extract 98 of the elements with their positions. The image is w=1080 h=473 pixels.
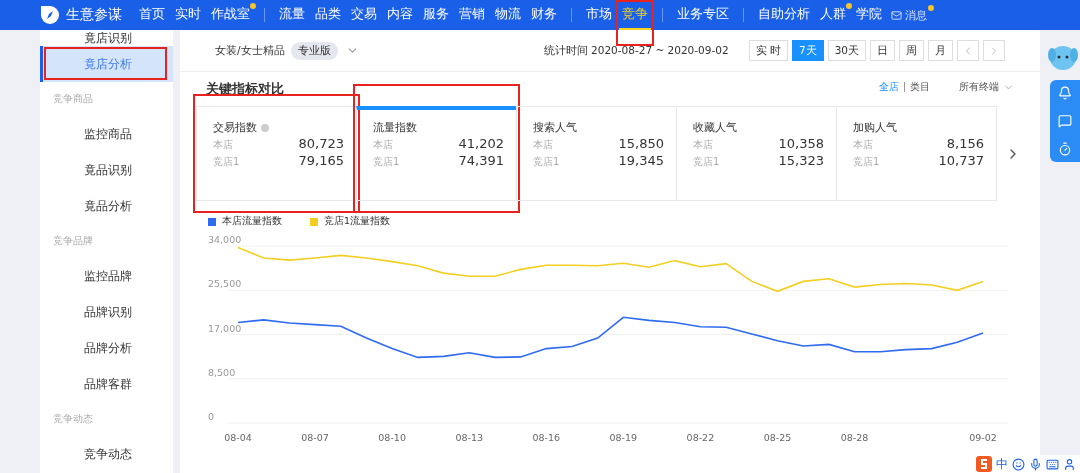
y-tick-label: 0 <box>208 411 215 422</box>
nav-tab[interactable]: 实时 <box>172 0 204 30</box>
row-label: 本店 <box>373 138 393 152</box>
sidebar-heading: 竞争品牌 <box>52 234 94 248</box>
nav-tab[interactable]: 自助分析 <box>755 0 813 30</box>
x-tick-label: 08-10 <box>378 432 406 443</box>
sidebar-item[interactable]: 竟品分析 <box>40 188 173 224</box>
section-title: 关键指标对比 <box>206 80 284 98</box>
metric-name: 交易指数 <box>213 120 257 135</box>
sidebar-item[interactable]: 竞争动态 <box>40 436 173 472</box>
category-label: 女装/女士精品 <box>215 43 285 58</box>
chat-icon[interactable] <box>1058 114 1072 128</box>
nav-tab[interactable]: 品类 <box>312 0 344 30</box>
legend-item[interactable]: 竞店1流量指数 <box>310 215 391 228</box>
x-tick-label: 08-07 <box>301 432 329 443</box>
x-tick-label: 08-25 <box>763 432 792 443</box>
metric-name: 搜索人气 <box>533 120 577 135</box>
x-tick-label: 08-22 <box>686 432 715 443</box>
row-label: 竞店1 <box>213 155 240 169</box>
sidebar-heading: 竞争商品 <box>52 92 94 106</box>
stat-time: 统计时间 2020-08-27 ~ 2020-09-02 <box>543 43 729 58</box>
brand-name: 生意参谋 <box>66 6 122 24</box>
row-label: 竞店1 <box>853 155 880 169</box>
metric-name: 流量指数 <box>373 120 417 135</box>
x-tick-label: 08-13 <box>455 432 483 443</box>
mail-icon <box>891 9 902 21</box>
smile-icon[interactable] <box>1012 457 1025 471</box>
nav-tab[interactable]: 营销 <box>456 0 488 30</box>
metric-value: 79,165 <box>298 153 344 168</box>
metric-value: 41,202 <box>458 136 504 151</box>
nav-tab[interactable]: 作战室 <box>208 0 253 30</box>
keyboard-icon[interactable] <box>1046 457 1059 471</box>
metric-card[interactable]: 收藏人气 本店 10,358 竞店1 15,323 <box>676 106 837 201</box>
nav-tab[interactable]: 物流 <box>492 0 524 30</box>
y-tick-label: 34,000 <box>208 234 242 245</box>
metric-value: 15,850 <box>618 136 664 151</box>
metric-value: 74,391 <box>458 153 504 168</box>
nav-tab[interactable]: 流量 <box>276 0 308 30</box>
nav-tab[interactable]: 交易 <box>348 0 380 30</box>
period-button[interactable]: 周 <box>899 40 924 61</box>
nav-tab[interactable]: 内容 <box>384 0 416 30</box>
x-tick-label: 08-28 <box>840 432 869 443</box>
metric-card[interactable]: 搜索人气 本店 15,850 竞店1 19,345 <box>516 106 677 201</box>
row-label: 本店 <box>853 138 873 152</box>
x-tick-label: 08-16 <box>532 432 561 443</box>
legend-item[interactable]: 本店流量指数 <box>208 215 282 228</box>
x-tick-label: 08-19 <box>609 432 638 443</box>
sidebar-item[interactable]: 竟品识别 <box>40 152 173 188</box>
metric-card[interactable]: 加购人气 本店 8,156 竞店1 10,737 <box>836 106 997 201</box>
metric-value: 8,156 <box>946 136 984 151</box>
metric-value: 15,323 <box>778 153 824 168</box>
metric-value: 19,345 <box>618 153 664 168</box>
metric-value: 10,358 <box>778 136 824 151</box>
terminal-select[interactable]: 所有终端 <box>959 80 1014 94</box>
ime-mode[interactable]: 中 <box>996 455 1008 473</box>
y-tick-label: 8,500 <box>208 366 236 378</box>
microphone-icon[interactable] <box>1029 457 1042 471</box>
nav-tab[interactable]: 财务 <box>528 0 560 30</box>
row-label: 本店 <box>693 138 713 152</box>
sidebar-item[interactable]: 品牌客群 <box>40 366 173 402</box>
compass-logo-icon <box>40 5 60 25</box>
metric-card[interactable]: 交易指数 本店 80,723 竞店1 79,165 <box>196 106 357 201</box>
sidebar-item[interactable]: 品牌分析 <box>40 330 173 366</box>
nav-tab[interactable]: 市场 <box>583 0 615 30</box>
bell-icon[interactable] <box>1058 86 1072 100</box>
row-label: 竞店1 <box>533 155 560 169</box>
sidebar-heading: 竞争动态 <box>52 412 94 426</box>
metric-value: 10,737 <box>938 153 984 168</box>
metric-name: 加购人气 <box>853 120 897 135</box>
x-tick-label: 08-04 <box>224 432 252 443</box>
metric-name: 收藏人气 <box>693 120 737 135</box>
period-button[interactable]: 30天 <box>827 40 866 61</box>
row-label: 本店 <box>213 138 233 152</box>
period-button[interactable]: 实 时 <box>748 40 788 61</box>
period-button[interactable]: 日 <box>870 40 895 61</box>
sidebar-item[interactable]: 品牌识别 <box>40 294 173 330</box>
messages-link[interactable]: 消息 <box>891 7 927 23</box>
user-icon[interactable] <box>1063 457 1076 471</box>
nav-tab[interactable]: 首页 <box>136 0 168 30</box>
y-tick-label: 17,000 <box>208 322 242 334</box>
scope-tab[interactable]: 类目 <box>910 80 930 94</box>
row-label: 本店 <box>533 138 553 152</box>
sidebar-item[interactable]: 监控品牌 <box>40 258 173 294</box>
sidebar-item[interactable]: 监控商品 <box>40 116 173 152</box>
x-tick-label: 09-02 <box>969 432 997 443</box>
row-label: 竞店1 <box>693 155 720 169</box>
edition-tag: 专业版 <box>290 41 338 60</box>
metric-value: 80,723 <box>298 136 344 151</box>
y-tick-label: 25,500 <box>208 278 242 290</box>
nav-tab[interactable]: 学院 <box>853 0 885 30</box>
nav-tab[interactable]: 服务 <box>420 0 452 30</box>
nav-tab[interactable]: 业务专区 <box>674 0 732 30</box>
nav-tab[interactable]: 人群 <box>817 0 849 30</box>
row-label: 竞店1 <box>373 155 400 169</box>
timer-icon[interactable] <box>1058 142 1072 156</box>
sidebar-item[interactable]: 竟店识别 <box>40 30 173 46</box>
metric-card[interactable]: 流量指数 本店 41,202 竞店1 74,391 <box>356 106 517 201</box>
period-button[interactable]: 月 <box>928 40 953 61</box>
